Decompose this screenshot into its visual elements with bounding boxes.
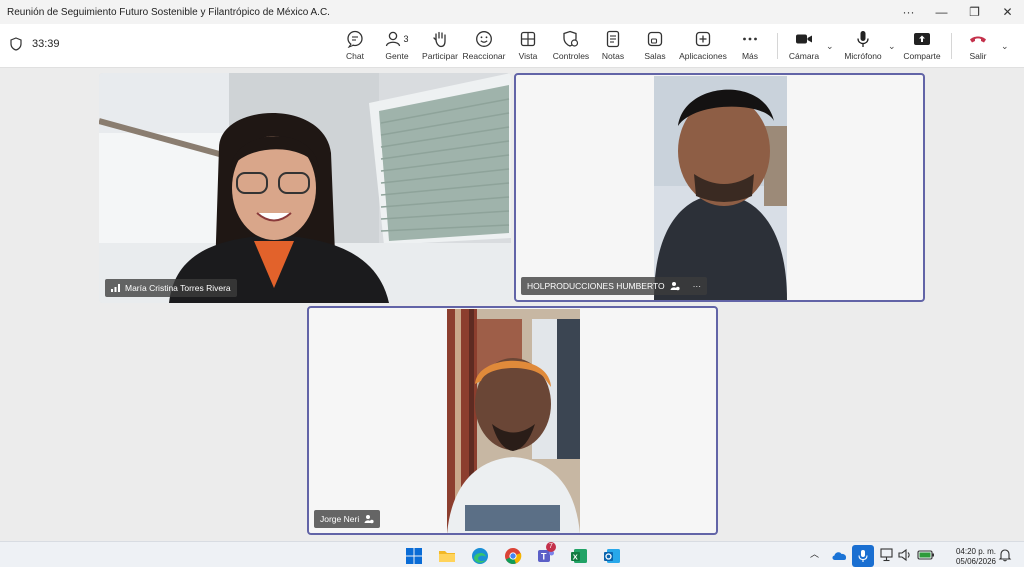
chat-icon (347, 30, 363, 48)
participant-video-maria (99, 73, 511, 303)
more-button[interactable]: Más (726, 28, 774, 61)
title-bar: Reunión de Seguimiento Futuro Sostenible… (0, 0, 1024, 24)
leave-label: Salir (969, 51, 987, 61)
show-hidden-icons-chevron-icon[interactable]: ︿ (810, 547, 819, 560)
rooms-label: Salas (644, 51, 666, 61)
more-label: Más (741, 51, 759, 61)
camera-icon (796, 34, 812, 44)
microphone-label: Micrófono (844, 51, 882, 61)
add-apps-icon (695, 31, 711, 47)
volume-speaker-icon[interactable] (898, 548, 912, 562)
close-button[interactable]: ✕ (991, 0, 1024, 24)
participant-tile-maria[interactable]: María Cristina Torres Rivera (99, 73, 511, 303)
leave-button[interactable]: Salir (954, 28, 1002, 61)
toolbar-divider (777, 33, 778, 59)
clock-time: 04:20 p. m. (955, 547, 996, 556)
react-label: Reaccionar (462, 51, 506, 61)
raise-hand-label: Participar (422, 51, 458, 61)
edge-browser-icon[interactable] (471, 547, 489, 565)
smiley-icon (476, 31, 492, 47)
notification-bell-icon[interactable] (998, 548, 1012, 562)
participant-name: Jorge Neri (320, 514, 360, 524)
share-screen-icon (914, 33, 930, 45)
network-display-icon[interactable] (880, 548, 895, 562)
chat-button[interactable]: Chat (331, 28, 379, 61)
teams-notification-badge: 7 (546, 542, 556, 552)
hang-up-phone-icon (970, 36, 986, 43)
svg-text:X: X (573, 553, 578, 562)
minimize-button[interactable]: — (925, 0, 958, 24)
people-label: Gente (385, 51, 409, 61)
battery-charging-icon[interactable] (917, 549, 935, 561)
microphone-icon (857, 31, 869, 47)
teams-app[interactable]: T 7 (537, 542, 556, 565)
share-button[interactable]: Comparte (898, 28, 946, 61)
shield-icon (10, 37, 22, 51)
restore-button[interactable]: ❐ (958, 0, 991, 24)
meeting-toolbar: 33:39 Chat 3 Gente Participar Reaccionar… (0, 24, 1024, 68)
excel-icon[interactable]: X (570, 547, 588, 565)
name-label-jorge: Jorge Neri (314, 510, 381, 528)
name-label-humberto: HOLPRODUCCIONES HUMBERTO ··· (521, 277, 708, 295)
camera-button[interactable]: Cámara (780, 28, 828, 61)
onedrive-cloud-icon[interactable] (831, 548, 847, 562)
people-icon (386, 31, 401, 47)
participant-tile-humberto[interactable]: HOLPRODUCCIONES HUMBERTO ··· (514, 73, 925, 302)
participant-name: HOLPRODUCCIONES HUMBERTO (527, 281, 665, 291)
notes-button[interactable]: Notas (589, 28, 637, 61)
window-title: Reunión de Seguimiento Futuro Sostenible… (7, 6, 330, 18)
controls-label: Controles (552, 51, 590, 61)
participant-name: María Cristina Torres Rivera (125, 283, 231, 293)
signal-bars-icon (111, 284, 120, 292)
people-count: 3 (403, 34, 409, 44)
more-dots-icon (743, 37, 757, 41)
clock-date: 05/06/2026 (955, 557, 996, 566)
raise-hand-button[interactable]: Participar (416, 28, 464, 61)
people-settings-icon (670, 282, 680, 291)
controls-button[interactable]: Controles (547, 28, 595, 61)
system-clock[interactable]: 04:20 p. m. 05/06/2026 (956, 547, 996, 567)
microphone-tray-icon (858, 550, 868, 562)
notes-label: Notas (601, 51, 625, 61)
chrome-browser-icon[interactable] (504, 547, 522, 565)
react-button[interactable]: Reaccionar (460, 28, 508, 61)
leave-options-chevron-icon[interactable]: ⌄ (1001, 41, 1009, 52)
participant-video-humberto (654, 76, 787, 300)
view-button[interactable]: Vista (504, 28, 552, 61)
grid-view-icon (520, 31, 536, 47)
camera-options-chevron-icon[interactable]: ⌄ (826, 41, 834, 52)
toolbar-divider (951, 33, 952, 59)
outlook-icon[interactable] (603, 547, 621, 565)
more-options-button[interactable]: ··· (693, 281, 702, 291)
svg-text:T: T (541, 552, 547, 562)
hand-icon (433, 31, 446, 48)
notes-icon (606, 30, 620, 48)
file-explorer-icon[interactable] (438, 547, 456, 565)
rooms-icon (647, 31, 663, 47)
participant-video-jorge (447, 309, 580, 533)
windows-start-icon[interactable] (405, 547, 423, 565)
apps-button[interactable]: Aplicaciones (672, 28, 734, 61)
camera-label: Cámara (788, 51, 820, 61)
microphone-button[interactable]: Micrófono (839, 28, 887, 61)
more-window-options-button[interactable]: ··· (892, 0, 925, 24)
window-controls: ··· — ❐ ✕ (892, 0, 1024, 24)
people-button[interactable]: 3 Gente (373, 28, 421, 61)
participant-tile-jorge[interactable]: Jorge Neri (307, 306, 718, 535)
meeting-timer: 33:39 (10, 37, 60, 51)
name-label-maria: María Cristina Torres Rivera (105, 279, 237, 297)
people-settings-icon (364, 515, 374, 524)
chat-label: Chat (346, 51, 364, 61)
microphone-options-chevron-icon[interactable]: ⌄ (888, 41, 896, 52)
shield-settings-icon (563, 30, 579, 47)
apps-label: Aplicaciones (679, 51, 727, 61)
microphone-in-use-indicator[interactable] (852, 545, 874, 567)
view-label: Vista (518, 51, 538, 61)
windows-taskbar: T 7 X ︿ 04:20 p. m. 05/06/2026 (0, 541, 1024, 567)
share-label: Comparte (903, 51, 941, 61)
timer-text: 33:39 (32, 38, 60, 50)
